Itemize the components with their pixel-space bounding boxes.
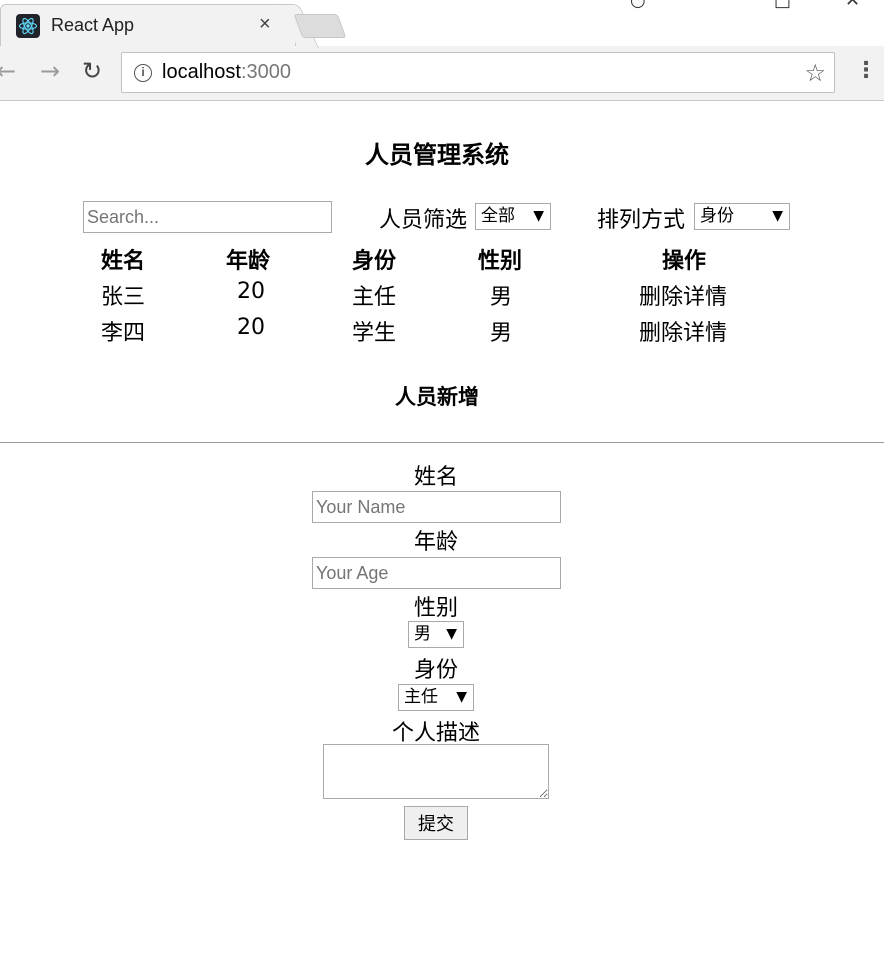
- divider: [0, 442, 884, 443]
- chevron-down-icon: ▼: [446, 626, 457, 642]
- info-icon[interactable]: i: [134, 64, 152, 82]
- browser-menu-icon[interactable]: ⋮: [855, 58, 877, 83]
- cell-role: 主任: [352, 285, 397, 310]
- header-role: 身份: [352, 249, 397, 274]
- cell-gender: 男: [490, 321, 513, 346]
- tab-strip: React App × ○ □ ✕: [0, 0, 884, 46]
- cell-age: 20: [237, 279, 265, 304]
- bookmark-star-icon[interactable]: ☆: [804, 59, 826, 87]
- gender-select[interactable]: 男 ▼: [408, 621, 464, 648]
- name-label: 姓名: [413, 465, 458, 490]
- forward-arrow-icon[interactable]: →: [40, 57, 60, 85]
- chevron-down-icon: ▼: [456, 689, 467, 705]
- tab-close-icon[interactable]: ×: [259, 13, 271, 36]
- tab-title: React App: [51, 15, 135, 35]
- cell-gender: 男: [490, 285, 513, 310]
- reload-icon[interactable]: ↻: [82, 57, 102, 85]
- description-textarea[interactable]: [323, 744, 549, 799]
- window-maximize-icon[interactable]: □: [774, 0, 791, 11]
- cell-name: 李四: [101, 321, 146, 346]
- react-logo-icon: [16, 14, 40, 38]
- cell-name: 张三: [101, 285, 146, 310]
- url-port: :3000: [240, 61, 291, 83]
- role-selected-value: 主任: [404, 687, 438, 707]
- search-input[interactable]: [83, 201, 332, 233]
- delete-detail-actions[interactable]: 删除详情: [639, 279, 727, 311]
- header-name: 姓名: [101, 249, 146, 274]
- name-input[interactable]: [312, 491, 561, 523]
- back-arrow-icon[interactable]: ←: [0, 57, 16, 85]
- role-select[interactable]: 主任 ▼: [398, 684, 474, 711]
- sort-selected-value: 身份: [700, 206, 734, 226]
- cell-role: 学生: [352, 321, 397, 346]
- sort-select[interactable]: 身份 ▼: [694, 203, 790, 230]
- browser-tab[interactable]: React App ×: [0, 4, 296, 46]
- description-label: 个人描述: [391, 721, 480, 746]
- page-title: 人员管理系统: [365, 141, 509, 169]
- filter-label: 人员筛选: [379, 208, 468, 233]
- header-gender: 性别: [478, 249, 523, 274]
- url-text: localhost:3000: [162, 61, 291, 84]
- page-content: 人员管理系统 人员筛选 全部 ▼ 排列方式 身份 ▼ 姓名 年龄 身份 性别 操…: [0, 101, 884, 957]
- address-bar[interactable]: i localhost:3000 ☆: [121, 52, 835, 93]
- role-label: 身份: [413, 658, 458, 683]
- filter-select[interactable]: 全部 ▼: [475, 203, 551, 230]
- url-host: localhost: [162, 61, 241, 83]
- new-tab-button[interactable]: [293, 14, 347, 38]
- window-minimize-icon[interactable]: ○: [630, 0, 646, 11]
- window-close-icon[interactable]: ✕: [845, 0, 860, 11]
- chevron-down-icon: ▼: [533, 208, 544, 224]
- chevron-down-icon: ▼: [772, 208, 783, 224]
- header-age: 年龄: [226, 249, 271, 274]
- cell-age: 20: [237, 315, 265, 340]
- age-input[interactable]: [312, 557, 561, 589]
- filter-selected-value: 全部: [481, 206, 515, 226]
- gender-label: 性别: [413, 596, 458, 621]
- gender-selected-value: 男: [414, 624, 431, 644]
- delete-detail-actions[interactable]: 删除详情: [639, 315, 727, 347]
- sort-label: 排列方式: [597, 208, 686, 233]
- submit-button[interactable]: 提交: [404, 806, 468, 840]
- browser-toolbar: ← → ↻ i localhost:3000 ☆ ⋮: [0, 46, 884, 101]
- add-person-title: 人员新增: [395, 385, 479, 409]
- header-actions: 操作: [662, 249, 707, 274]
- browser-chrome: React App × ○ □ ✕ ← → ↻ i localhost:3000…: [0, 0, 884, 101]
- age-label: 年龄: [413, 530, 458, 555]
